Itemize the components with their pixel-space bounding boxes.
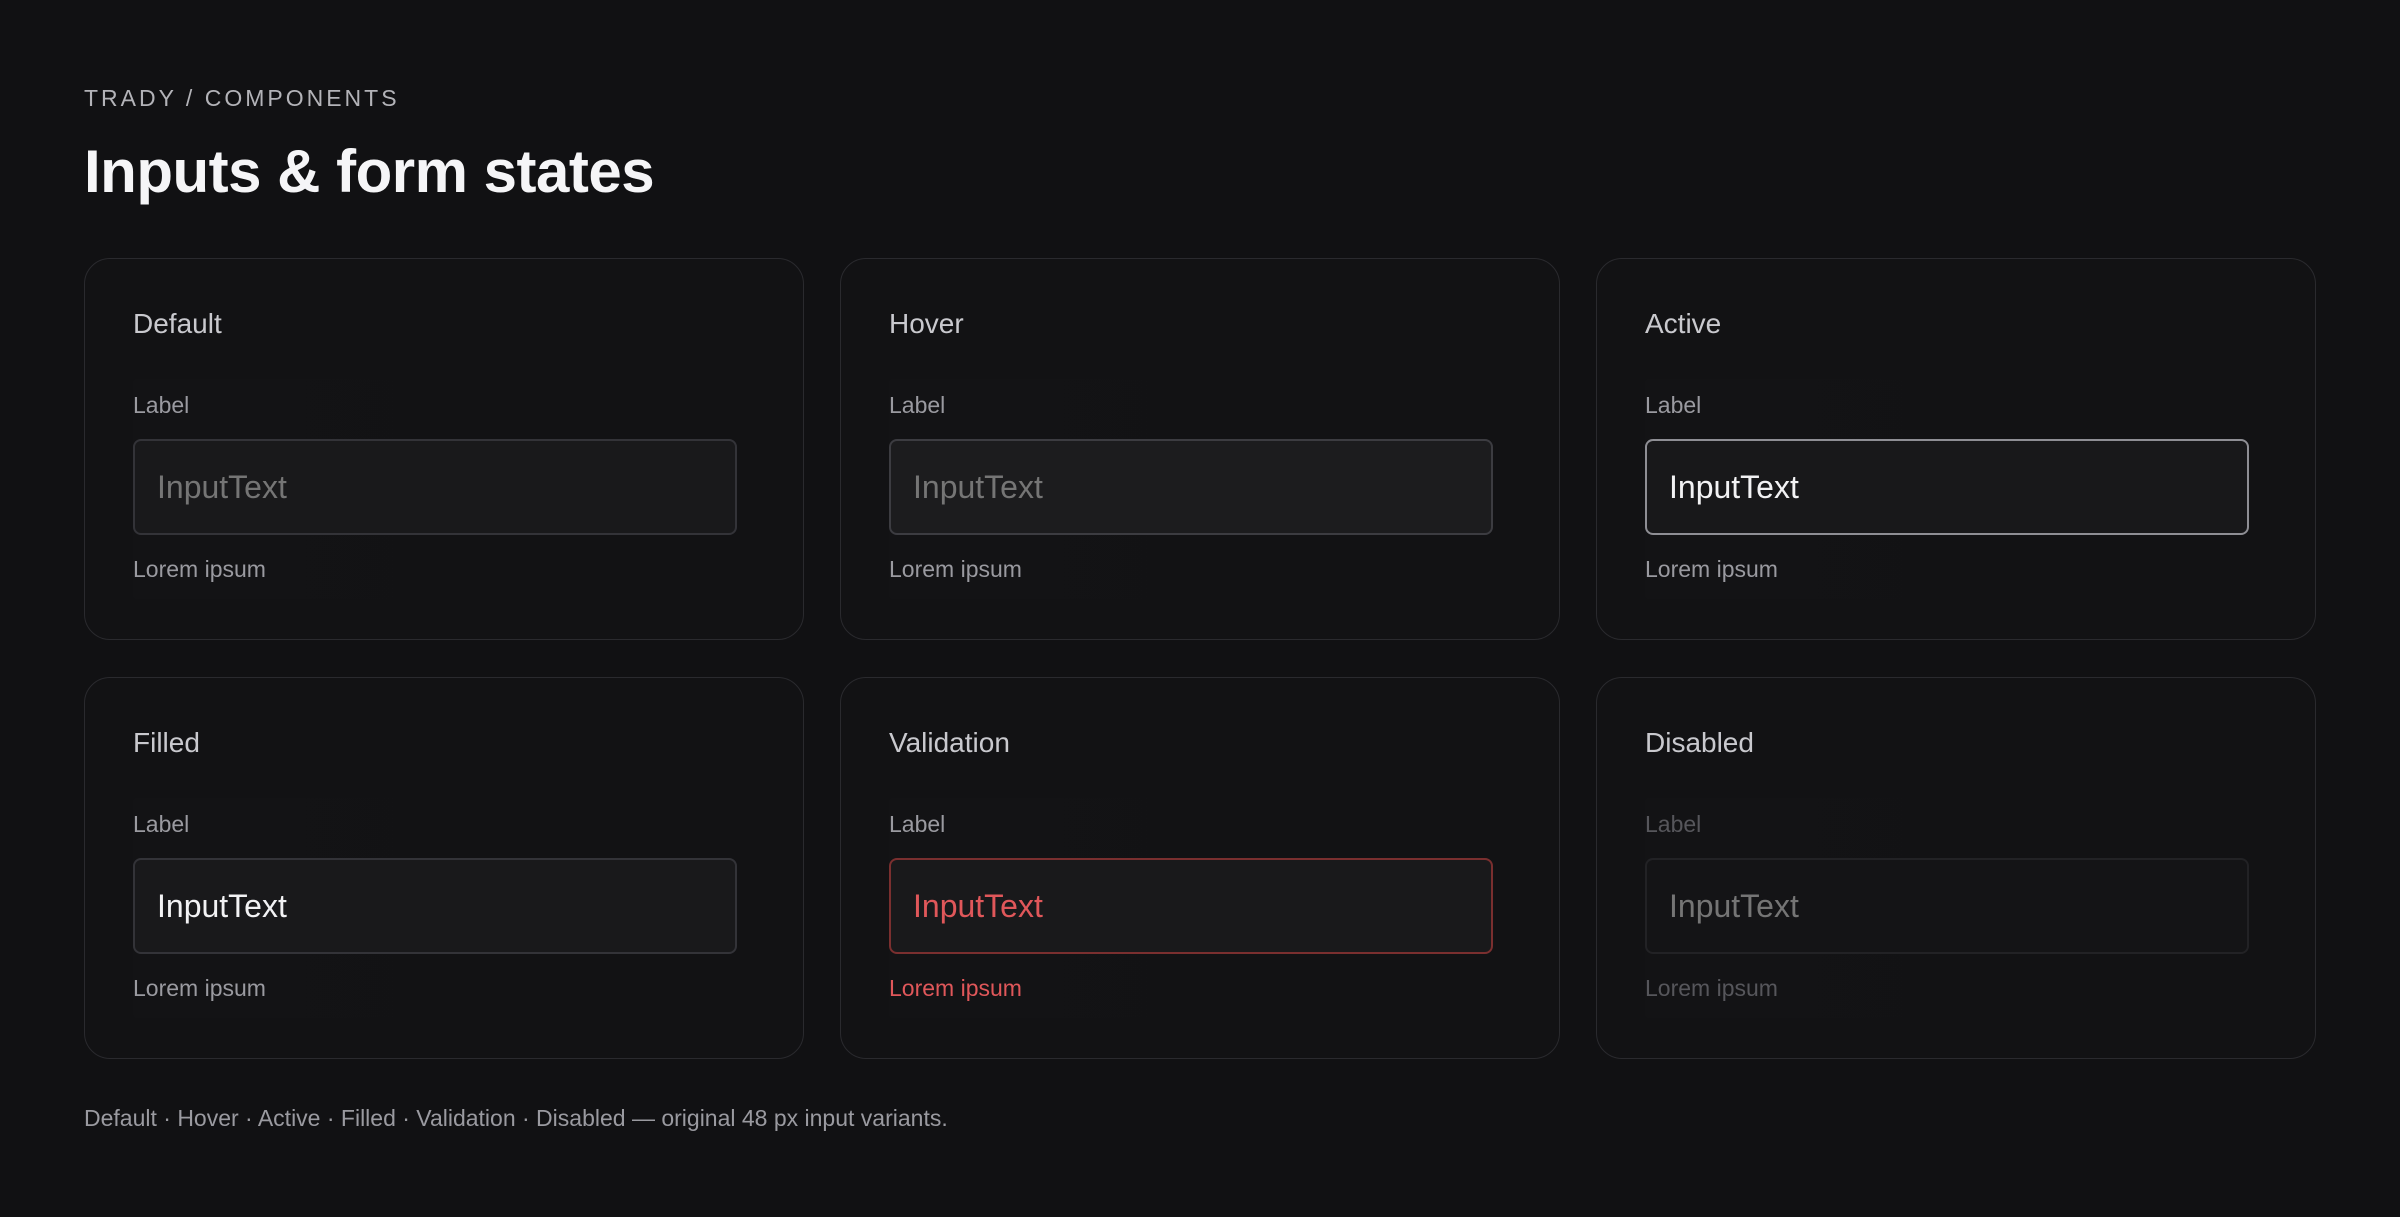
input-default-text[interactable] (157, 467, 735, 507)
state-title: Active (1645, 308, 1722, 339)
helper-text: Lorem ipsum (889, 556, 1022, 582)
page: TRADY / COMPONENTS Inputs & form states … (0, 0, 2400, 1217)
state-title: Default (133, 308, 222, 339)
field-label: Label (1645, 811, 1702, 837)
breadcrumb: TRADY / COMPONENTS (84, 85, 400, 111)
state-title: Filled (133, 727, 200, 758)
input-states-grid: Default Label Lorem ipsum Hover Label Lo… (84, 258, 2316, 1059)
card-default: Default Label Lorem ipsum (84, 258, 804, 640)
footnote: Default · Hover · Active · Filled · Vali… (84, 1105, 948, 1131)
input-filled[interactable] (133, 858, 737, 954)
error-message: Lorem ipsum (889, 975, 1022, 1001)
input-validation[interactable] (889, 858, 1493, 954)
field-label: Label (133, 392, 190, 418)
input-hover[interactable] (889, 439, 1493, 535)
input-filled-text[interactable] (157, 886, 735, 926)
input-disabled-text (1669, 886, 2247, 926)
state-title: Hover (889, 308, 964, 339)
state-title: Validation (889, 727, 1010, 758)
card-disabled: Disabled Label Lorem ipsum (1596, 677, 2316, 1059)
helper-text: Lorem ipsum (133, 556, 266, 582)
input-active-text[interactable] (1669, 467, 2247, 507)
input-disabled (1645, 858, 2249, 954)
input-default[interactable] (133, 439, 737, 535)
input-hover-text[interactable] (913, 467, 1491, 507)
card-filled: Filled Label Lorem ipsum (84, 677, 804, 1059)
field-label: Label (1645, 392, 1702, 418)
helper-text: Lorem ipsum (133, 975, 266, 1001)
field-label: Label (133, 811, 190, 837)
card-hover: Hover Label Lorem ipsum (840, 258, 1560, 640)
helper-text: Lorem ipsum (1645, 975, 1778, 1001)
helper-text: Lorem ipsum (1645, 556, 1778, 582)
card-validation: Validation Label Lorem ipsum (840, 677, 1560, 1059)
input-active[interactable] (1645, 439, 2249, 535)
field-label: Label (889, 811, 946, 837)
field-label: Label (889, 392, 946, 418)
input-validation-text[interactable] (913, 886, 1491, 926)
page-title: Inputs & form states (84, 138, 655, 205)
card-active: Active Label Lorem ipsum (1596, 258, 2316, 640)
state-title: Disabled (1645, 727, 1754, 758)
